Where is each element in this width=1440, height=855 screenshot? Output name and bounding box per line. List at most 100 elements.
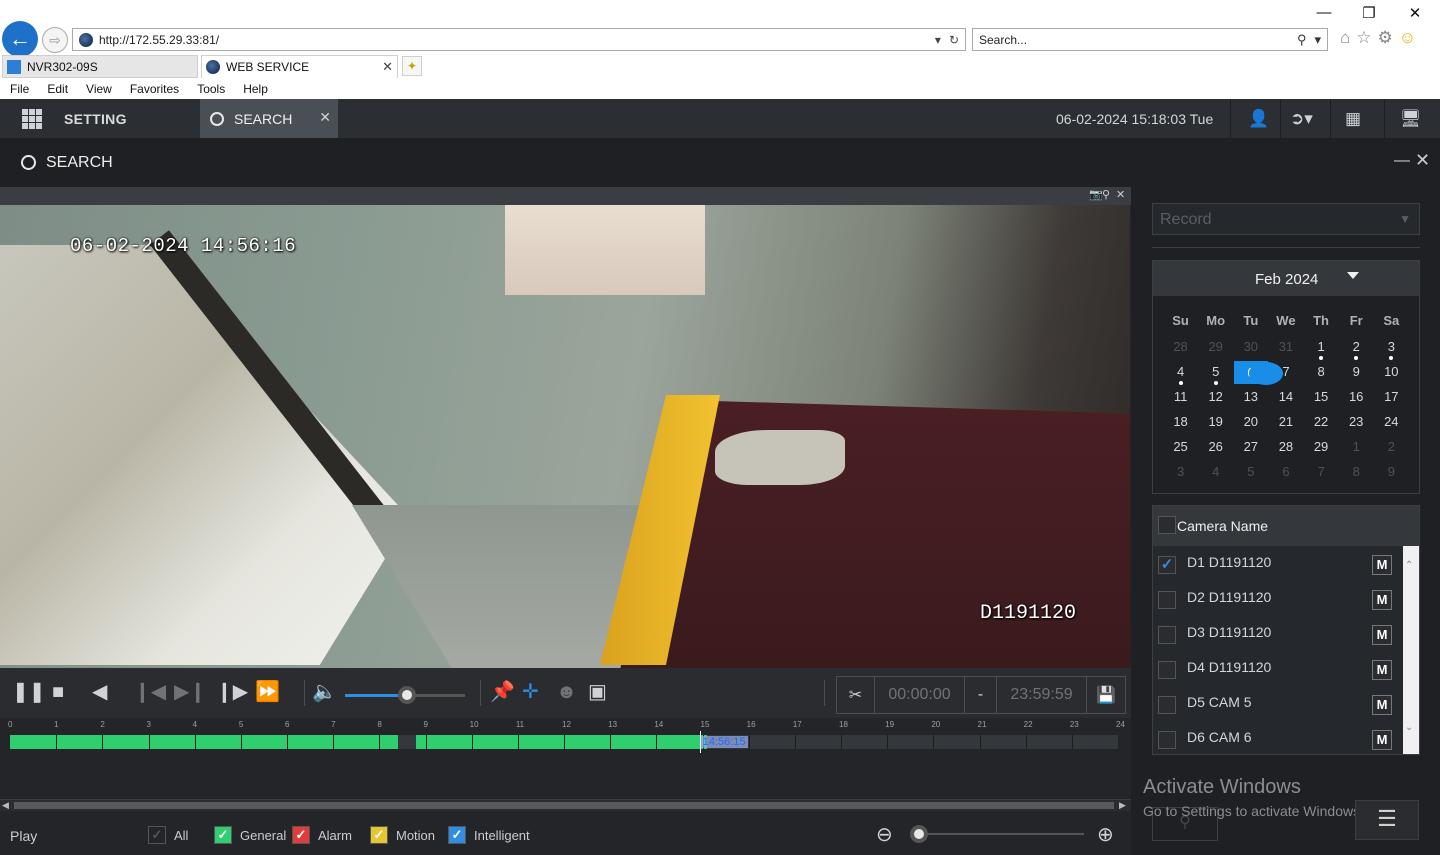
calendar-day[interactable]: 10 [1374,361,1409,386]
calendar-day[interactable]: 6 [1268,461,1303,486]
favorites-star-icon[interactable]: ☆ [1356,28,1371,48]
fast-forward-button[interactable]: ⏩ [255,681,280,703]
calendar-day[interactable]: 7 [1268,361,1303,386]
timeline[interactable]: 0 1 2 3 4 5 6 7 8 9 10 11 12 13 14 15 16 17 18 19 20 21 22 23 24… [0,718,1131,798]
minimize-window-icon[interactable]: — [1312,4,1336,21]
volume-icon[interactable]: 🔈 [312,681,337,703]
address-dropdown-icon[interactable]: ▾ [935,33,941,47]
calendar-day[interactable]: 3 [1163,461,1198,486]
filter-intelligent-checkbox[interactable]: ✓ Intelligent [448,826,530,844]
filter-alarm-checkbox[interactable]: ✓ Alarm [292,826,352,844]
pause-button[interactable]: ❚❚ [12,681,46,703]
record-type-select[interactable]: Record ▼ [1152,203,1420,235]
minimize-panel-icon[interactable]: — [1394,152,1410,170]
previous-frame-button[interactable]: ❙◀ [134,681,166,703]
address-bar[interactable]: http://172.55.29.33:81/ ▾ ↻ [72,28,966,51]
search-module-tab[interactable]: SEARCH ✕ [200,99,338,138]
smart-track-icon[interactable]: ✛ [522,681,539,703]
menu-tools[interactable]: Tools [187,82,233,96]
camera-list-item[interactable]: D5 CAM 5 M [1153,686,1403,721]
logout-icon[interactable]: ➲▾ [1290,109,1313,129]
calendar-day[interactable]: 25 [1163,436,1198,461]
scroll-up-icon[interactable]: ⌃ [1405,560,1413,571]
close-tab-icon[interactable]: ✕ [319,109,331,126]
menu-edit[interactable]: Edit [37,82,76,96]
stream-mode-button[interactable]: M [1372,695,1392,715]
calendar-day[interactable]: 28 [1268,436,1303,461]
camera-list-item[interactable]: D3 D1191120 M [1153,616,1403,651]
calendar-day[interactable]: 21 [1268,411,1303,436]
camera-list-scrollbar[interactable]: ⌃ ⌄ [1403,546,1419,754]
camera-list-item[interactable]: D6 CAM 6 M [1153,721,1403,756]
calendar-day[interactable]: 24 [1374,411,1409,436]
camera-checkbox[interactable] [1158,626,1176,644]
stream-mode-button[interactable]: M [1372,660,1392,680]
timeline-scrollbar[interactable]: ◀ ▶ [0,799,1131,811]
calendar-day[interactable]: 8 [1339,461,1374,486]
calendar-day[interactable]: 2 [1374,436,1409,461]
clip-start-field[interactable]: 00:00:00 [875,677,965,713]
checkbox-general[interactable]: ✓ [214,826,232,844]
close-video-icon[interactable]: ✕ [1116,188,1125,201]
search-icon[interactable]: ⚲ [1297,32,1307,48]
close-window-icon[interactable]: ✕ [1403,4,1427,22]
recording-segment[interactable] [416,735,708,749]
calendar-day[interactable]: 11 [1163,386,1198,411]
calendar-day[interactable]: 12 [1198,386,1233,411]
calendar-day[interactable]: 14 [1268,386,1303,411]
browser-search-box[interactable]: Search... ⚲ ▾ [972,28,1328,51]
reverse-play-button[interactable]: ◀ [92,681,107,703]
calendar-day[interactable]: 28 [1163,336,1198,361]
live-view-monitor-icon[interactable]: 🖥 [1400,109,1422,129]
gear-icon[interactable]: ⚙ [1378,28,1393,48]
qr-code-icon[interactable]: ▦ [1345,109,1361,129]
calendar-day[interactable]: 17 [1374,386,1409,411]
camera-checkbox[interactable] [1158,661,1176,679]
calendar-day[interactable]: 15 [1304,386,1339,411]
camera-checkbox[interactable] [1158,731,1176,749]
camera-checkbox[interactable]: ✓ [1158,556,1176,574]
feedback-smiley-icon[interactable]: ☺ [1399,28,1416,48]
calendar-day[interactable]: 16 [1339,386,1374,411]
stop-button[interactable]: ■ [52,681,64,703]
calendar-day[interactable]: 23 [1339,411,1374,436]
calendar-day-selected[interactable]: 6 [1233,361,1283,386]
stream-mode-button[interactable]: M [1372,590,1392,610]
close-panel-icon[interactable]: ✕ [1415,150,1430,171]
user-icon[interactable]: 👤 [1248,109,1269,129]
stream-mode-button[interactable]: M [1372,730,1392,750]
clip-scissors-button[interactable]: ✂ [837,677,875,713]
camera-checkbox[interactable] [1158,591,1176,609]
zoom-in-icon[interactable]: ⊕ [1097,822,1114,847]
calendar-day[interactable]: 3 [1374,336,1409,361]
setting-nav-button[interactable]: SETTING [64,111,127,127]
menu-view[interactable]: View [76,82,120,96]
video-player[interactable]: 06-02-2024 14:56:16 D1191120 [0,205,1130,668]
home-icon[interactable]: ⌂ [1340,28,1350,48]
scroll-left-icon[interactable]: ◀ [2,800,9,811]
volume-slider-thumb[interactable] [398,686,417,704]
checkbox-intelligent[interactable]: ✓ [448,826,466,844]
calendar-day[interactable]: 29 [1198,336,1233,361]
new-tab-button[interactable]: ✦ [402,56,422,76]
browser-search-input[interactable]: Search... [979,33,1297,47]
camera-list-item[interactable]: ✓ D1 D1191120 M [1153,546,1403,581]
calendar-day[interactable]: 20 [1233,411,1268,436]
month-dropdown-icon[interactable] [1347,272,1359,279]
save-clip-button[interactable]: 💾 [1087,677,1125,713]
recording-segment[interactable] [10,735,398,749]
browser-tab-web-service[interactable]: WEB SERVICE ✕ [201,55,398,78]
calendar-day[interactable]: 5 [1233,461,1268,486]
timeline-zoom-slider[interactable] [912,833,1084,835]
human-detect-icon[interactable]: ☻ [556,681,577,703]
close-tab-icon[interactable]: ✕ [382,59,393,75]
browser-tab-nvr[interactable]: NVR302-09S [2,55,198,78]
filter-all-checkbox[interactable]: ✓ All [148,826,188,844]
calendar-day[interactable]: 1 [1304,336,1339,361]
calendar-day[interactable]: 26 [1198,436,1233,461]
fullscreen-icon[interactable]: ▣ [588,681,607,703]
checkbox-motion[interactable]: ✓ [370,826,388,844]
calendar-day[interactable]: 4 [1198,461,1233,486]
zoom-slider-thumb[interactable] [910,825,928,843]
calendar-day[interactable]: 4 [1163,361,1198,386]
